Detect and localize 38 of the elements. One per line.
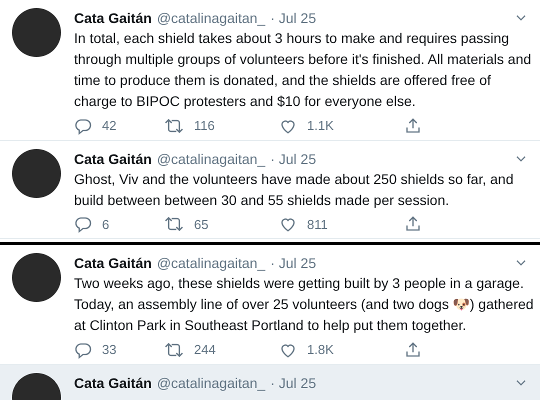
tweet-text: Ghost, Viv and the volunteers have made about 250 shields so far, and build between between 30 and 55 shields made per session. bbox=[74, 170, 514, 210]
tweet-card[interactable]: Cata Gaitán @catalinagaitan_ · Jul 25 bbox=[0, 364, 540, 400]
retweet-icon[interactable] bbox=[164, 215, 184, 234]
author-handle[interactable]: @catalinagaitan_ bbox=[156, 372, 266, 392]
tweet-text: In total, each shield takes about 3 hours to make and requires passing through multiple groups of volunteers before it's finished. All materials and time to produce them is donated, and the shields are offered free of charge to BIPOC protesters and $10 for everyone else. bbox=[74, 29, 532, 111]
tweet-date[interactable]: · Jul 25 bbox=[270, 148, 316, 168]
author-name[interactable]: Cata Gaitán bbox=[74, 372, 152, 392]
avatar[interactable] bbox=[12, 148, 61, 198]
like-count: 1.8K bbox=[307, 341, 334, 359]
like-count: 811 bbox=[307, 216, 328, 234]
tweet-date[interactable]: · Jul 25 bbox=[270, 253, 316, 273]
author-handle[interactable]: @catalinagaitan_ bbox=[156, 148, 266, 168]
author-name[interactable]: Cata Gaitán bbox=[74, 253, 152, 273]
share-icon[interactable] bbox=[404, 215, 422, 234]
like-count: 1.1K bbox=[307, 117, 334, 135]
author-handle[interactable]: @catalinagaitan_ bbox=[156, 8, 266, 28]
retweet-count: 116 bbox=[194, 117, 215, 135]
share-icon[interactable] bbox=[404, 116, 422, 135]
author-name[interactable]: Cata Gaitán bbox=[74, 8, 152, 28]
retweet-icon[interactable] bbox=[164, 340, 184, 359]
retweet-icon[interactable] bbox=[164, 116, 184, 135]
reply-count: 33 bbox=[102, 341, 116, 359]
author-handle[interactable]: @catalinagaitan_ bbox=[156, 253, 266, 273]
reply-count: 42 bbox=[102, 117, 116, 135]
retweet-count: 65 bbox=[194, 216, 208, 234]
tweet-card[interactable]: Cata Gaitán @catalinagaitan_ · Jul 25 Ghost, Viv and the volunteers have made about 250 shields so far, and build between between 30 and 55 shields made per session. 6 65 811 bbox=[0, 140, 540, 239]
avatar[interactable] bbox=[12, 8, 61, 57]
tweet-date[interactable]: · Jul 25 bbox=[270, 8, 316, 28]
reply-icon[interactable] bbox=[74, 116, 92, 135]
share-icon[interactable] bbox=[404, 340, 422, 359]
avatar[interactable] bbox=[12, 253, 61, 302]
tweet-text: Two weeks ago, these shields were getting built by 3 people in a garage. Today, an assembly line of over 25 volunteers (and two dogs 🐶) gathered at Clinton Park in Southeast Portland to help put them together. bbox=[74, 274, 534, 335]
reply-count: 6 bbox=[102, 216, 110, 234]
author-name[interactable]: Cata Gaitán bbox=[74, 148, 152, 168]
retweet-count: 244 bbox=[194, 341, 216, 359]
tweet-date[interactable]: · Jul 25 bbox=[270, 372, 316, 392]
reply-icon[interactable] bbox=[74, 215, 92, 234]
reply-icon[interactable] bbox=[74, 340, 92, 359]
